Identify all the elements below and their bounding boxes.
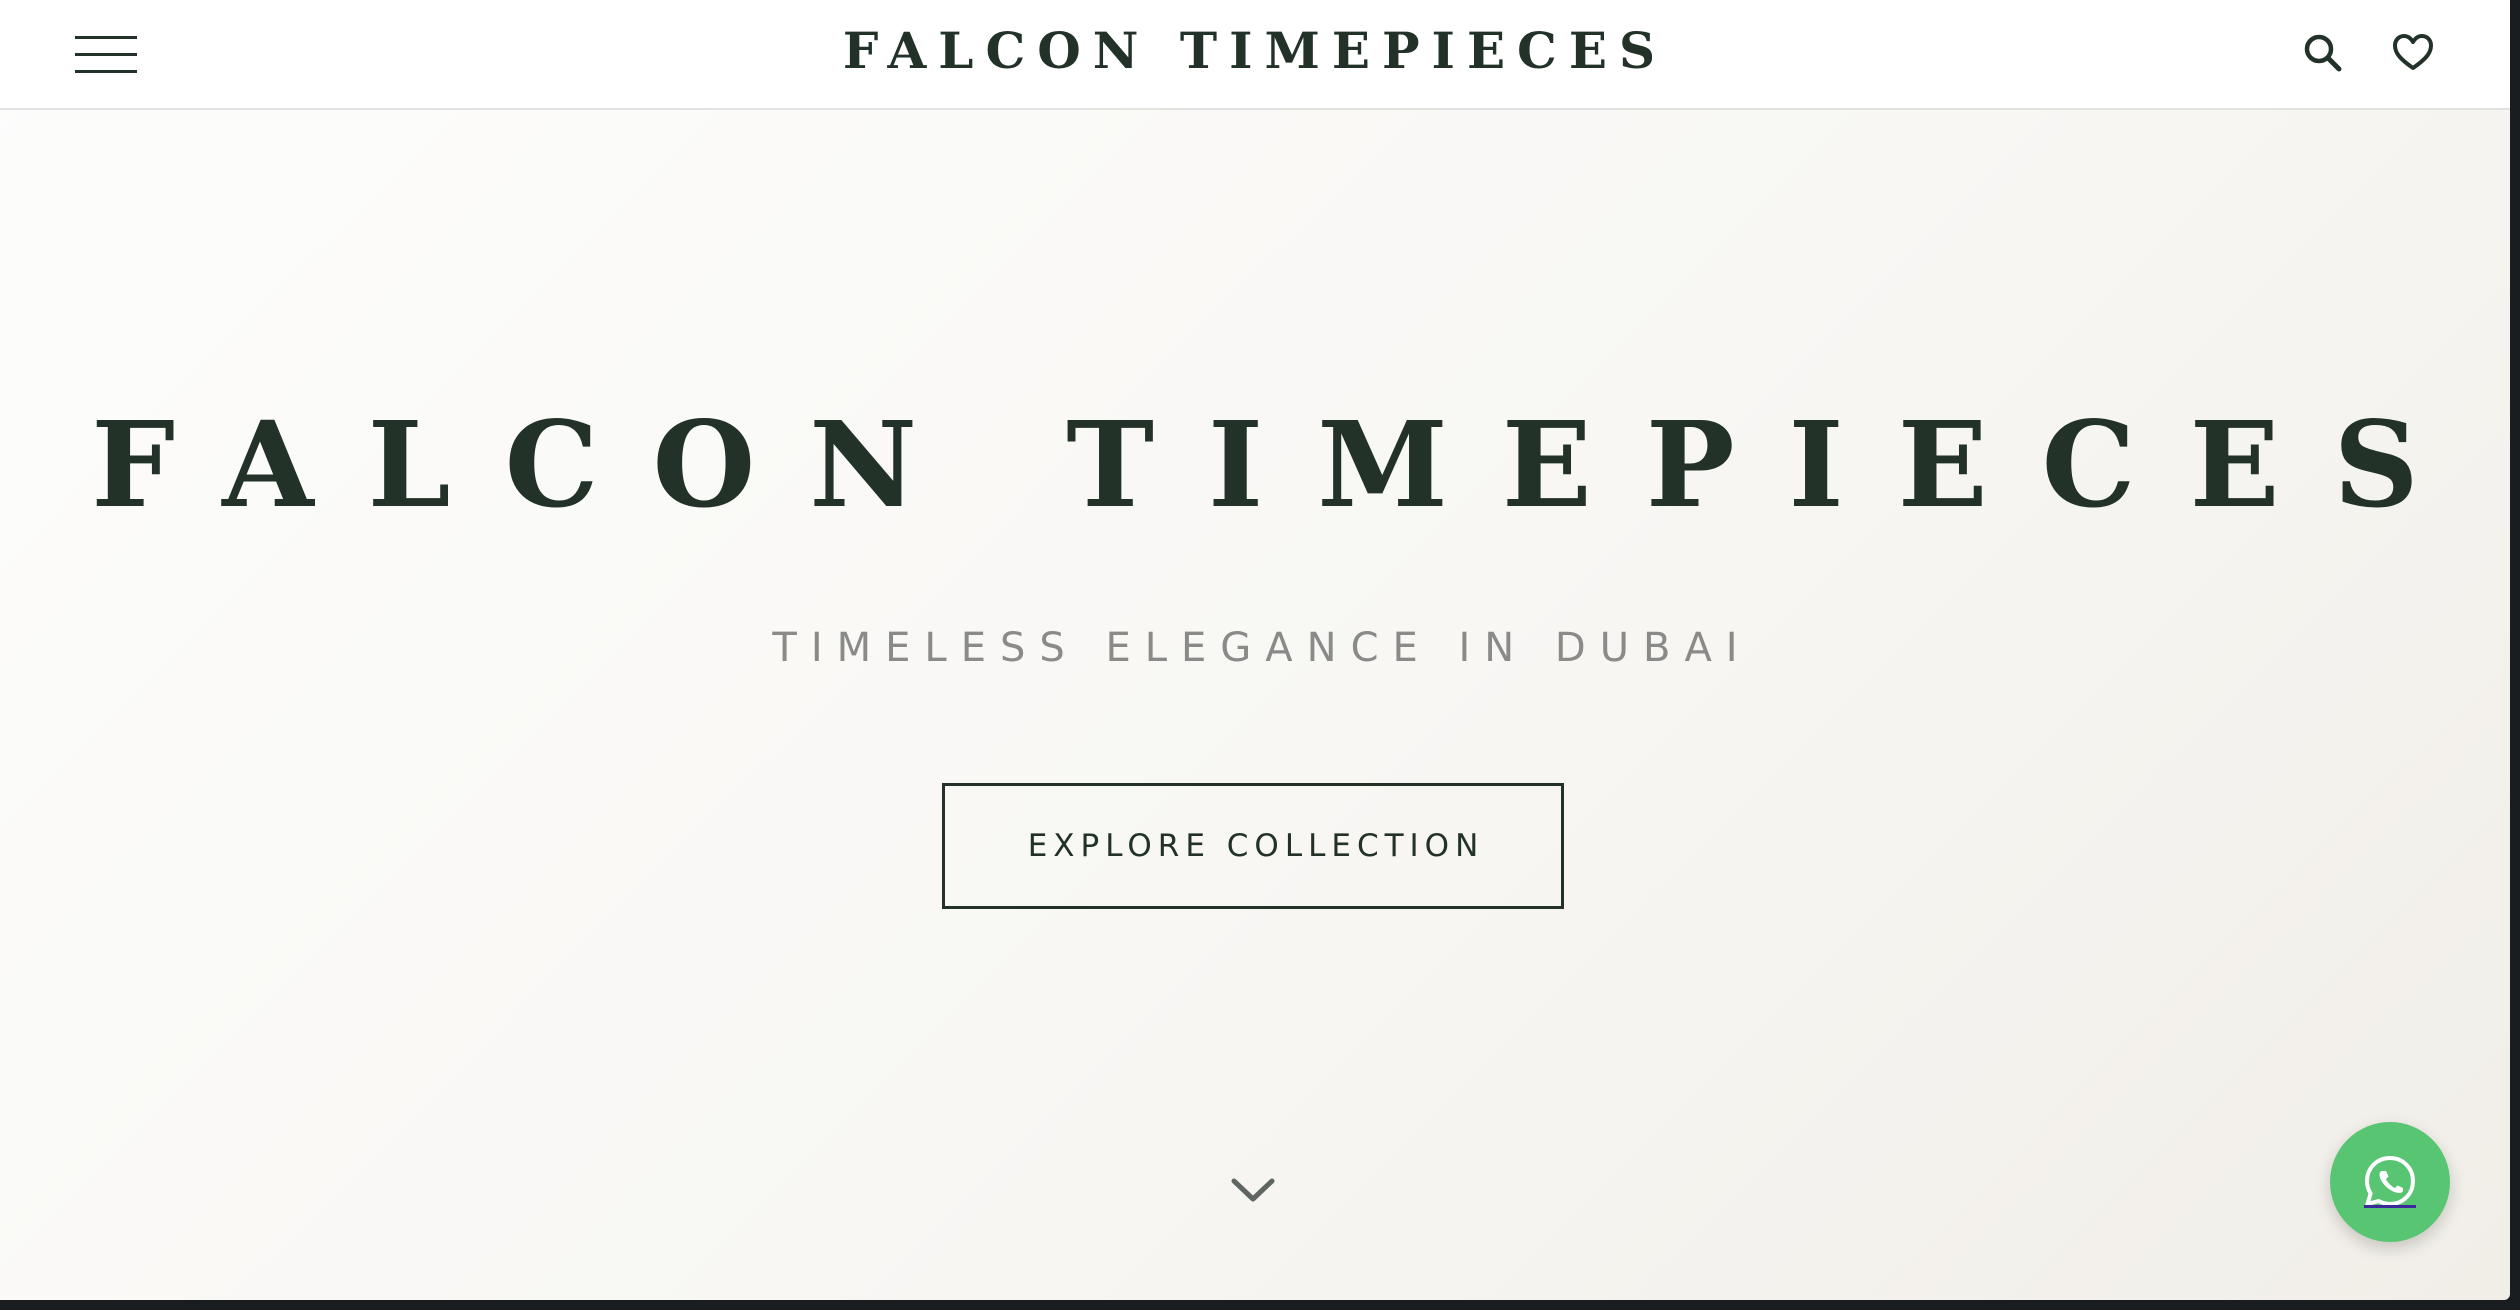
explore-collection-button[interactable]: EXPLORE COLLECTION — [942, 783, 1564, 909]
whatsapp-chat-button[interactable] — [2330, 1122, 2450, 1242]
site-logo-title[interactable]: FALCON TIMEPIECES — [0, 18, 2510, 84]
whatsapp-link-underline — [2364, 1205, 2416, 1208]
chevron-down-icon[interactable] — [1230, 1175, 1276, 1205]
site-header: FALCON TIMEPIECES — [0, 0, 2510, 110]
explore-collection-label: EXPLORE COLLECTION — [1027, 828, 1485, 864]
hero-title: FALCON TIMEPIECES — [91, 395, 2473, 534]
whatsapp-icon — [2364, 1155, 2416, 1207]
window-edge — [2510, 0, 2520, 1310]
page-frame: FALCON TIMEPIECES FALCON TIMEPIECES TIME… — [0, 0, 2510, 1300]
heart-icon[interactable] — [2390, 30, 2436, 76]
search-icon[interactable] — [2300, 30, 2346, 76]
hero-subtitle: TIMELESS ELEGANCE IN DUBAI — [772, 625, 1752, 671]
